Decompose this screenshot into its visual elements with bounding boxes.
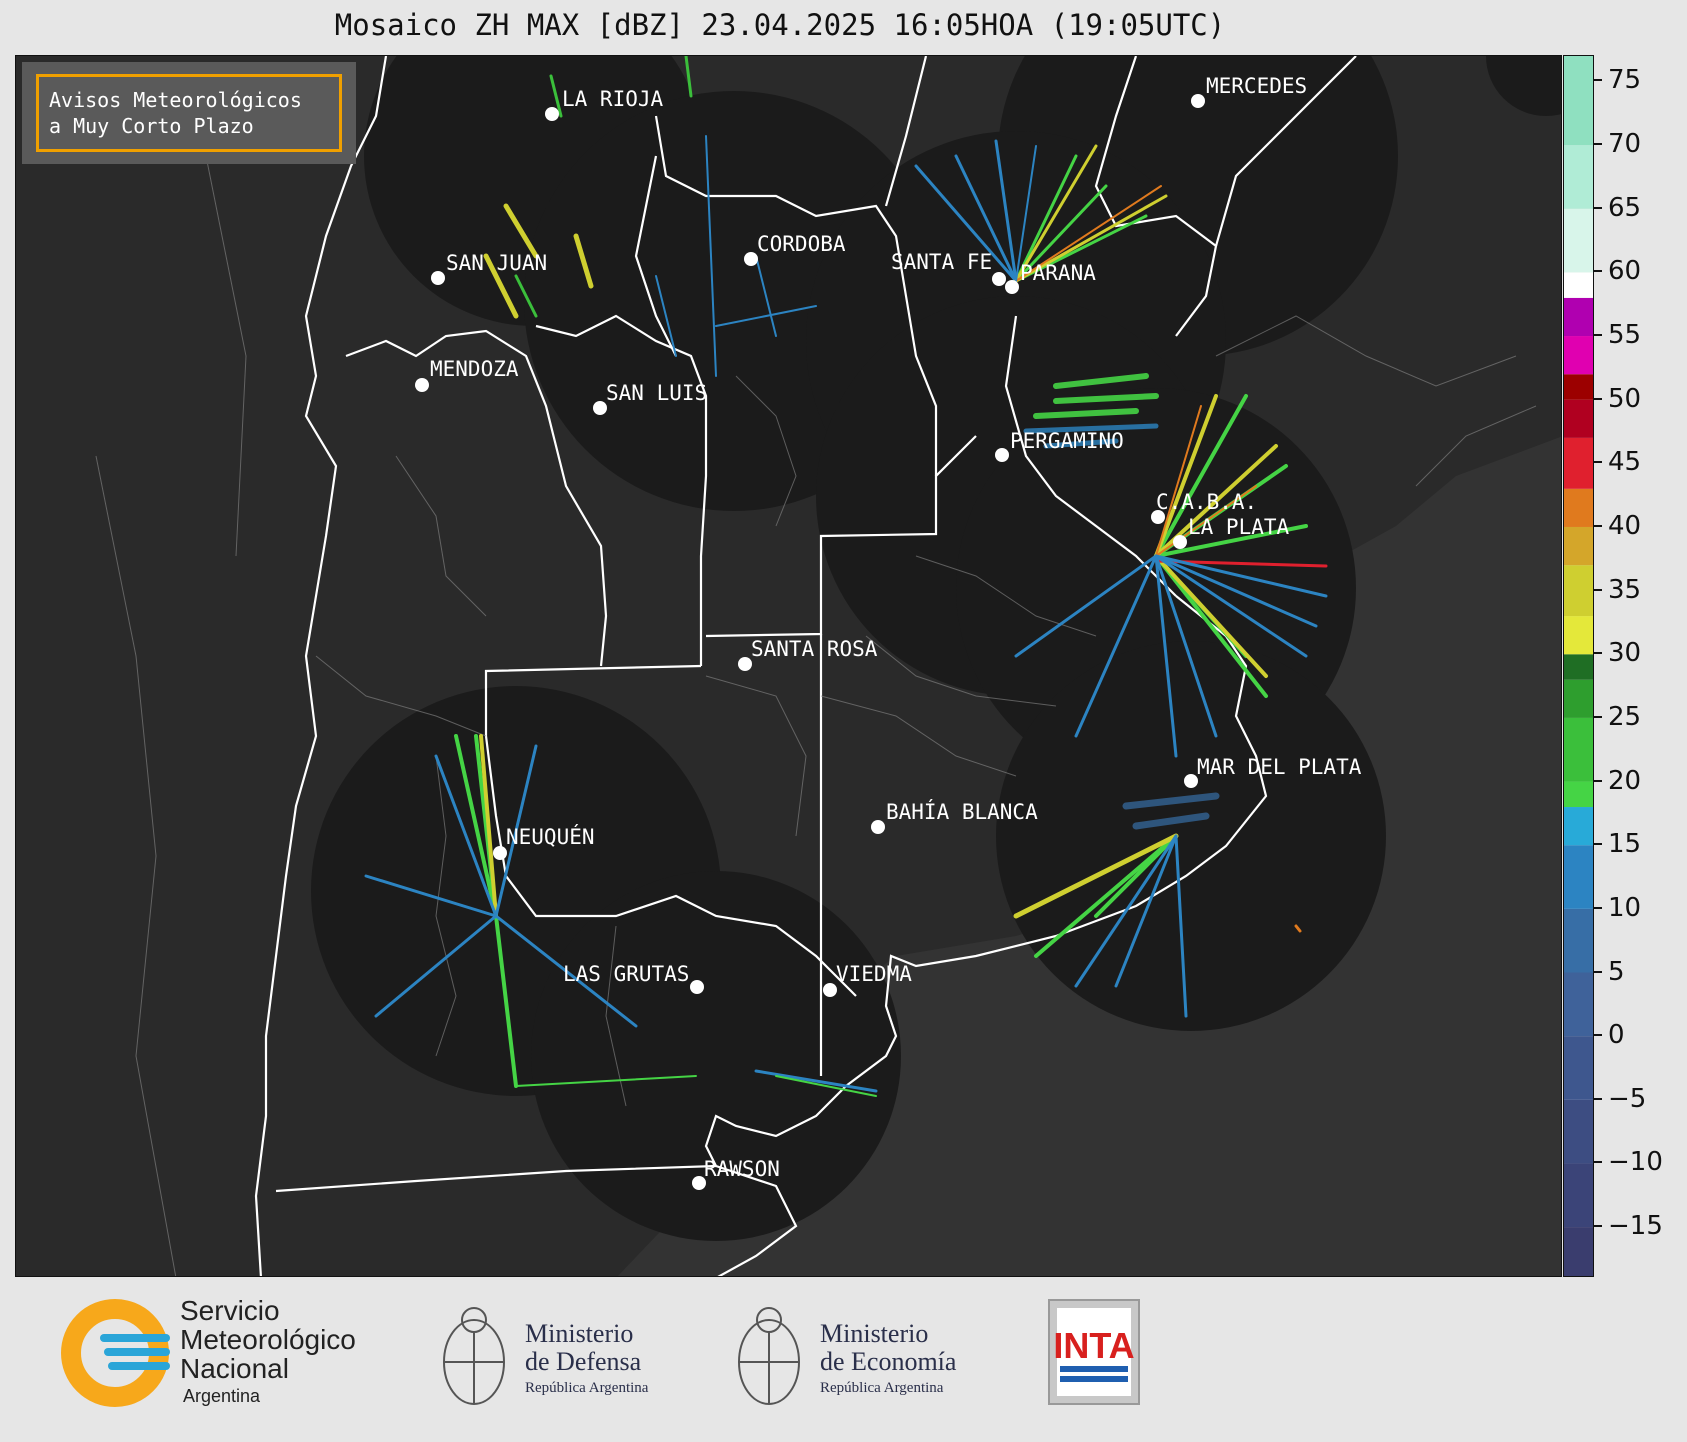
economia-line-3: República Argentina: [820, 1380, 944, 1396]
city-label: VIEDMA: [836, 962, 912, 986]
radar-map-svg: LA RIOJA MERCEDES SAN JUAN CORDOBA SANTA…: [16, 56, 1561, 1276]
colorbar-band: [1564, 1163, 1593, 1228]
colorbar-tick-label: 75: [1594, 67, 1641, 93]
warning-badge-line-2: a Muy Corto Plazo: [49, 114, 254, 138]
city-label: SANTA ROSA: [751, 637, 878, 661]
warning-badge-line-1: Avisos Meteorológicos: [49, 88, 302, 112]
city-label: LA RIOJA: [562, 87, 664, 111]
colorbar-gradient: [1564, 56, 1593, 1276]
colorbar-tick-label: −5: [1594, 1086, 1646, 1112]
smn-line-2: Meteorológico: [180, 1324, 356, 1355]
city-label: SAN LUIS: [606, 381, 707, 405]
warning-badge-frame: Avisos Meteorológicos a Muy Corto Plazo: [36, 74, 342, 152]
colorbar-band: [1564, 208, 1593, 273]
city-label: MAR DEL PLATA: [1197, 755, 1362, 779]
colorbar-band: [1564, 565, 1593, 617]
city-label: C.A.B.A.: [1156, 490, 1257, 514]
colorbar-band: [1564, 488, 1593, 527]
city-label: PARANA: [1020, 261, 1096, 285]
colorbar: [1563, 55, 1594, 1277]
colorbar-tick-label: 60: [1594, 258, 1641, 284]
colorbar-tick-label: 65: [1594, 195, 1641, 221]
coat-of-arms-icon: [738, 1307, 800, 1405]
colorbar-band: [1564, 807, 1593, 846]
colorbar-band: [1564, 781, 1593, 808]
city-label: CORDOBA: [757, 232, 846, 256]
defensa-line-3: República Argentina: [525, 1380, 649, 1396]
city-label: NEUQUÉN: [506, 824, 595, 849]
radar-map[interactable]: LA RIOJA MERCEDES SAN JUAN CORDOBA SANTA…: [15, 55, 1562, 1277]
radar-circle-mar-del-plata: [996, 641, 1386, 1031]
colorbar-tick-label: 70: [1594, 131, 1641, 157]
colorbar-band: [1564, 1227, 1593, 1276]
colorbar-band: [1564, 908, 1593, 973]
city-label: MENDOZA: [430, 357, 519, 381]
colorbar-tick-label: 35: [1594, 577, 1641, 603]
colorbar-tick-label: 30: [1594, 640, 1641, 666]
city-label: RAWSON: [704, 1157, 780, 1181]
colorbar-band: [1564, 272, 1593, 298]
colorbar-tick-label: 5: [1594, 959, 1625, 985]
city-label: BAHÍA BLANCA: [886, 799, 1038, 824]
smn-logo: Servicio Meteorológico Nacional Argentin…: [61, 1295, 356, 1407]
colorbar-tick-label: 10: [1594, 895, 1641, 921]
economia-logo: Ministerio de Economía República Argenti…: [738, 1307, 957, 1405]
colorbar-band: [1564, 297, 1593, 337]
colorbar-band: [1564, 717, 1593, 782]
city-label: MERCEDES: [1206, 74, 1307, 98]
footer-logos-svg: Servicio Meteorológico Nacional Argentin…: [61, 1295, 1140, 1407]
colorbar-band: [1564, 1099, 1593, 1164]
smn-emblem-icon: [61, 1299, 170, 1407]
economia-line-1: Ministerio: [820, 1319, 928, 1348]
colorbar-band: [1564, 679, 1593, 718]
colorbar-band: [1564, 374, 1593, 400]
city-label: PERGAMINO: [1010, 429, 1124, 453]
smn-line-4: Argentina: [183, 1386, 261, 1406]
defensa-line-1: Ministerio: [525, 1319, 633, 1348]
colorbar-band: [1564, 437, 1593, 489]
inta-text: INTA: [1053, 1325, 1134, 1366]
inta-logo: INTA: [1048, 1299, 1140, 1405]
city-label: SAN JUAN: [446, 251, 547, 275]
coat-of-arms-icon: [443, 1307, 505, 1405]
colorbar-tick-label: −15: [1594, 1213, 1663, 1239]
defensa-logo: Ministerio de Defensa República Argentin…: [443, 1307, 649, 1405]
colorbar-band: [1564, 399, 1593, 438]
colorbar-tick-label: −10: [1594, 1149, 1663, 1175]
colorbar-tick-label: 50: [1594, 386, 1641, 412]
colorbar-tick-label: 25: [1594, 704, 1641, 730]
smn-line-1: Servicio: [180, 1295, 280, 1326]
colorbar-band: [1564, 845, 1593, 909]
colorbar-band: [1564, 654, 1593, 680]
warning-badge: Avisos Meteorológicos a Muy Corto Plazo: [22, 62, 356, 164]
colorbar-band: [1564, 56, 1593, 146]
colorbar-band: [1564, 616, 1593, 655]
colorbar-band: [1564, 526, 1593, 566]
colorbar-band: [1564, 336, 1593, 375]
colorbar-tick-label: 40: [1594, 513, 1641, 539]
colorbar-tick-label: 20: [1594, 768, 1641, 794]
colorbar-ticks: 75 70 65 60 55 50 45 40 35 30 25 20 15 10 5 0 −5 −10 −15: [1594, 55, 1687, 1277]
economia-line-2: de Economía: [820, 1347, 957, 1376]
colorbar-band: [1564, 972, 1593, 1037]
colorbar-tick-label: 55: [1594, 322, 1641, 348]
city-label: LA PLATA: [1188, 515, 1290, 539]
map-title: Mosaico ZH MAX [dBZ] 23.04.2025 16:05HOA…: [334, 8, 1226, 42]
radar-circle-viedma: [531, 871, 901, 1241]
defensa-line-2: de Defensa: [525, 1347, 642, 1376]
footer-logos: Servicio Meteorológico Nacional Argentin…: [0, 1280, 1687, 1438]
colorbar-tick-label: 45: [1594, 449, 1641, 475]
city-label: SANTA FE: [891, 250, 992, 274]
colorbar-tick-label: 0: [1594, 1022, 1625, 1048]
city-label: LAS GRUTAS: [563, 962, 689, 986]
colorbar-band: [1564, 1036, 1593, 1100]
smn-line-3: Nacional: [180, 1353, 289, 1384]
colorbar-tick-label: 15: [1594, 831, 1641, 857]
colorbar-band: [1564, 145, 1593, 209]
